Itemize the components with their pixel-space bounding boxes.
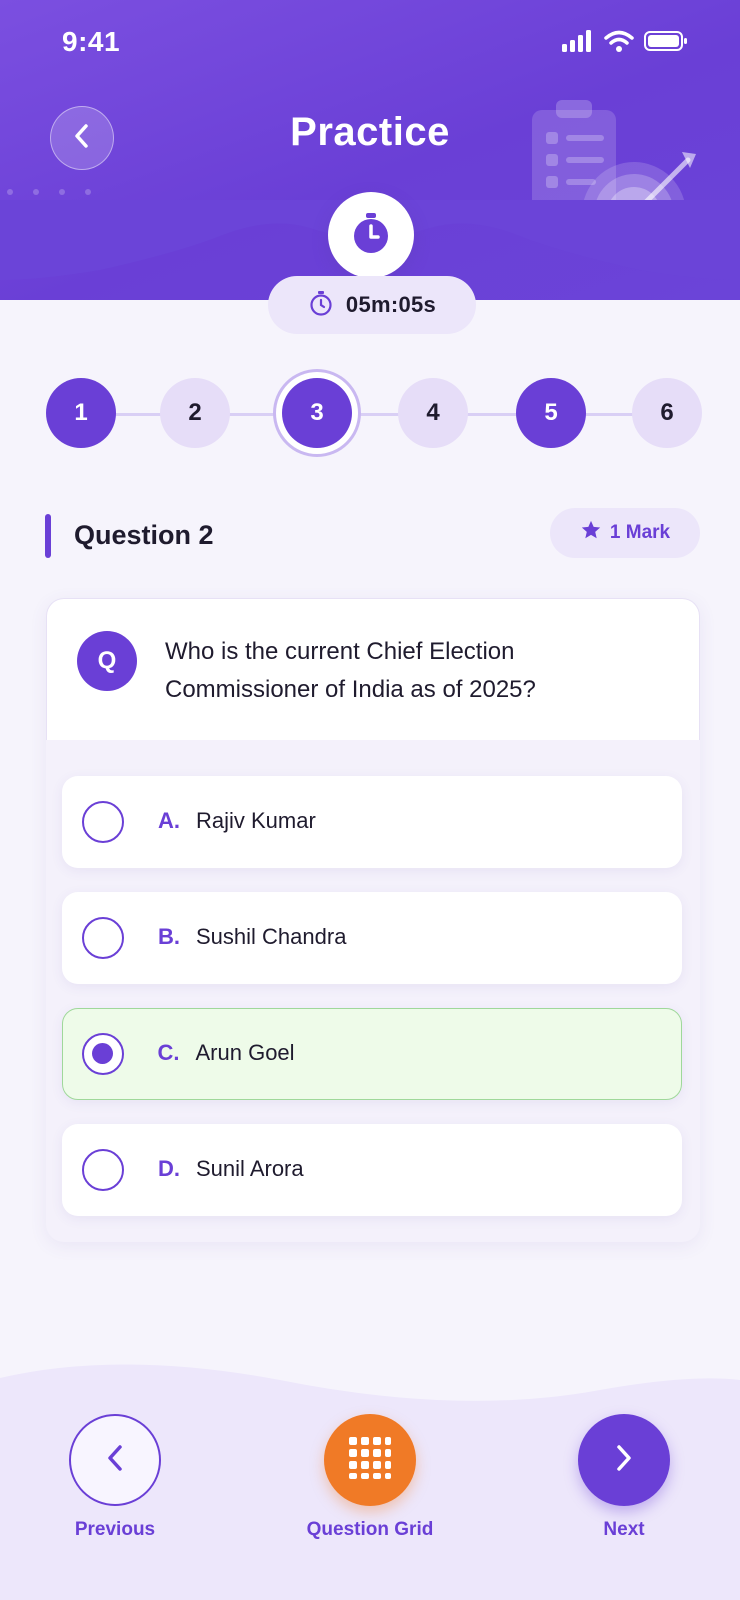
star-icon (580, 519, 602, 547)
stopwatch-icon (308, 290, 334, 321)
option-d[interactable]: D. Sunil Arora (62, 1124, 682, 1216)
marks-badge: 1 Mark (550, 508, 700, 558)
timer-pill: 05m:05s (268, 276, 476, 334)
option-text: Sushil Chandra (196, 924, 347, 949)
step-6[interactable]: 6 (632, 378, 702, 448)
option-letter: B. (158, 924, 180, 949)
option-b[interactable]: B. Sushil Chandra (62, 892, 682, 984)
timer-value: 05m:05s (345, 292, 437, 317)
status-time: 9:41 (62, 26, 121, 57)
status-icons (562, 30, 688, 57)
radio-button[interactable] (82, 917, 124, 959)
question-card: Q Who is the current Chief Election Comm… (46, 598, 700, 1242)
previous-button[interactable] (69, 1414, 161, 1506)
chevron-left-icon (103, 1443, 127, 1478)
option-letter: D. (158, 1156, 180, 1181)
step-1[interactable]: 1 (46, 378, 116, 448)
option-letter: C. (157, 1039, 180, 1065)
stopwatch-badge (328, 192, 414, 278)
next-label[interactable]: Next (524, 1519, 724, 1541)
question-grid-button[interactable] (324, 1414, 416, 1506)
step-5[interactable]: 5 (516, 378, 586, 448)
heading-accent-bar (45, 514, 51, 558)
wifi-icon (604, 30, 634, 57)
step-2[interactable]: 2 (160, 378, 230, 448)
status-bar: 9:41 (0, 0, 740, 90)
option-letter: A. (158, 808, 180, 833)
step-4[interactable]: 4 (398, 378, 468, 448)
option-text: Sunil Arora (196, 1156, 304, 1181)
previous-label[interactable]: Previous (15, 1519, 215, 1541)
option-c[interactable]: C. Arun Goel (62, 1008, 682, 1100)
chevron-right-icon (612, 1443, 636, 1478)
marks-text: 1 Mark (609, 522, 671, 543)
stopwatch-icon (349, 211, 393, 260)
practice-screen: 9:41 Practice 05m:05s 1 2 3 4 5 6 Questi… (0, 0, 740, 1600)
grid-icon (347, 1435, 393, 1486)
question-badge: Q (77, 631, 137, 691)
signal-icon (562, 30, 594, 57)
question-heading: Question 2 (74, 520, 214, 550)
question-text: Who is the current Chief Election Commis… (165, 638, 536, 703)
radio-dot (91, 1042, 113, 1064)
battery-icon (644, 30, 688, 57)
option-a[interactable]: A. Rajiv Kumar (62, 776, 682, 868)
option-text: Arun Goel (195, 1039, 295, 1065)
radio-button[interactable] (82, 1149, 124, 1191)
question-prompt: Q Who is the current Chief Election Comm… (46, 598, 700, 740)
radio-button-selected[interactable] (81, 1032, 124, 1075)
next-button[interactable] (578, 1414, 670, 1506)
question-grid-label[interactable]: Question Grid (270, 1519, 470, 1541)
page-title: Practice (290, 110, 450, 154)
option-text: Rajiv Kumar (196, 808, 316, 833)
step-3[interactable]: 3 (282, 378, 352, 448)
question-stepper: 1 2 3 4 5 6 (0, 378, 740, 450)
radio-button[interactable] (82, 801, 124, 843)
